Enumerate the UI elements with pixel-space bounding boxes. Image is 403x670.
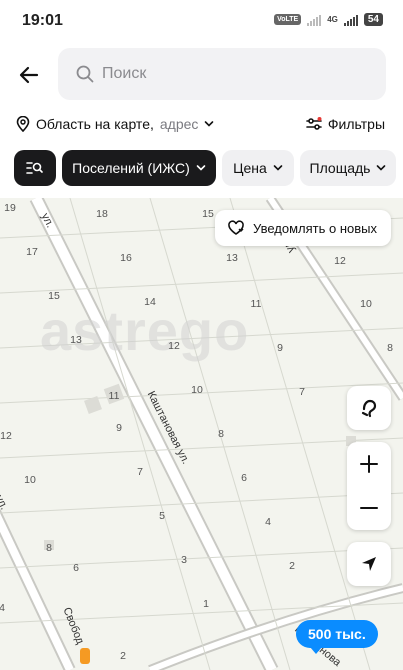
parcel-number: 12 xyxy=(168,340,180,352)
parcel-number: 10 xyxy=(360,298,372,310)
price-pin[interactable]: 500 тыс. xyxy=(296,620,378,654)
status-time: 19:01 xyxy=(22,12,63,29)
chip-category[interactable]: Поселений (ИЖС) xyxy=(62,150,216,186)
parcel-number: 13 xyxy=(226,252,238,264)
search-input[interactable] xyxy=(102,65,342,83)
parcel-number: 18 xyxy=(96,208,108,220)
filters-button[interactable]: Фильтры xyxy=(306,116,385,132)
parcel-number: 7 xyxy=(137,466,143,478)
network-type: 4G xyxy=(327,15,338,24)
parcel-number: 10 xyxy=(191,384,203,396)
parcel-number: 7 xyxy=(299,386,305,398)
filters-label: Фильтры xyxy=(327,116,385,132)
zoom-in-button[interactable] xyxy=(347,442,391,486)
signal-icon xyxy=(343,14,358,26)
parcel-number: 16 xyxy=(120,252,132,264)
notify-new-button[interactable]: Уведомлять о новых xyxy=(215,210,391,246)
area-hint: адрес xyxy=(159,116,199,132)
status-icons: VoLTE 4G 54 xyxy=(274,13,383,26)
signal-icon xyxy=(307,14,322,26)
parcel-number: 12 xyxy=(334,255,346,267)
chevron-down-icon xyxy=(273,165,283,171)
parcel-number: 6 xyxy=(73,562,79,574)
parcel-number: 10 xyxy=(24,474,36,486)
navigation-arrow-icon xyxy=(362,557,376,571)
parcel-number: 2 xyxy=(289,560,295,572)
chip-area-label: Площадь xyxy=(309,160,371,176)
my-location-button[interactable] xyxy=(347,542,391,586)
parcel-number: 8 xyxy=(387,342,393,354)
search-box[interactable] xyxy=(58,48,386,100)
parcel-number: 9 xyxy=(277,342,283,354)
chip-price[interactable]: Цена xyxy=(222,150,294,186)
parcel-number: 12 xyxy=(0,430,12,442)
parcel-number: 15 xyxy=(202,208,214,220)
parcel-number: 8 xyxy=(218,428,224,440)
chevron-down-icon xyxy=(205,121,214,127)
area-selector[interactable]: Область на карте, адрес xyxy=(16,116,214,132)
parcel-number: 1 xyxy=(203,598,209,610)
parcel-number: 15 xyxy=(48,290,60,302)
chevron-down-icon xyxy=(377,165,386,171)
battery-icon: 54 xyxy=(363,13,383,26)
map-canvas[interactable]: astrego 19 18 15 17 16 13 12 15 14 11 10… xyxy=(0,198,403,670)
parcel-number: 13 xyxy=(70,334,82,346)
location-pin-icon xyxy=(16,116,30,132)
map-layers-button[interactable] xyxy=(347,386,391,430)
minus-icon xyxy=(360,507,378,509)
hand-point-icon xyxy=(361,399,377,418)
area-label: Область на карте, xyxy=(36,116,154,132)
parcel-number: 9 xyxy=(116,422,122,434)
search-icon xyxy=(76,65,94,83)
status-bar: 19:01 VoLTE 4G 54 xyxy=(0,0,403,40)
parcel-number: 4 xyxy=(265,516,271,528)
map-marker[interactable] xyxy=(80,648,90,664)
parcel-number: 19 xyxy=(4,202,16,214)
parcel-number: 3 xyxy=(181,554,187,566)
filter-chips: Поселений (ИЖС) Цена Площадь xyxy=(14,150,396,186)
list-search-icon xyxy=(26,162,43,174)
arrow-left-icon xyxy=(19,66,39,84)
volte-badge: VoLTE xyxy=(274,14,302,25)
chip-area[interactable]: Площадь xyxy=(300,150,396,186)
parcel-number: 4 xyxy=(0,602,5,614)
parcel-number: 6 xyxy=(241,472,247,484)
parcel-number: 5 xyxy=(159,510,165,522)
sliders-icon xyxy=(306,117,322,130)
parcel-number: 8 xyxy=(46,542,52,554)
chip-price-label: Цена xyxy=(233,160,267,176)
parcel-number: 14 xyxy=(144,296,156,308)
plus-icon xyxy=(360,455,378,473)
parcel-number: 11 xyxy=(108,390,120,402)
parcel-number: 2 xyxy=(120,650,126,662)
chevron-down-icon xyxy=(196,165,206,171)
heart-bell-icon xyxy=(228,220,244,235)
parcel-number: 17 xyxy=(26,246,38,258)
zoom-controls xyxy=(347,442,391,530)
list-view-button[interactable] xyxy=(14,150,56,186)
back-button[interactable] xyxy=(14,60,44,90)
zoom-out-button[interactable] xyxy=(347,486,391,530)
notify-label: Уведомлять о новых xyxy=(253,220,377,236)
map-roads xyxy=(0,198,403,670)
chip-category-label: Поселений (ИЖС) xyxy=(72,160,190,176)
parcel-number: 11 xyxy=(250,298,262,310)
